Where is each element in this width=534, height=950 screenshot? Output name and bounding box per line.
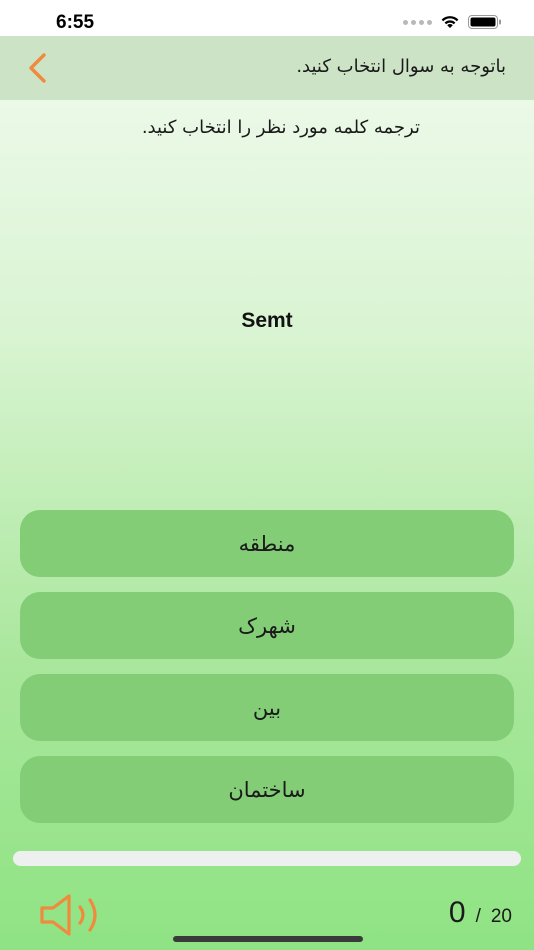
status-time: 6:55: [56, 12, 95, 33]
wifi-icon: [441, 16, 459, 28]
signal-icon: [403, 19, 432, 25]
answer-options: منطقه شهرک بین ساختمان: [20, 510, 514, 838]
progress-bar: [13, 851, 521, 866]
score-value: 0: [448, 896, 466, 929]
question-word: Semt: [241, 309, 293, 332]
back-button[interactable]: [18, 48, 58, 88]
home-indicator: [173, 936, 363, 942]
option-button[interactable]: ساختمان: [20, 756, 514, 823]
total-questions: 20: [490, 906, 512, 927]
option-button[interactable]: شهرک: [20, 592, 514, 659]
question-instruction: ترجمه کلمه مورد نظر را انتخاب کنید.: [141, 117, 420, 138]
speaker-icon: [40, 894, 97, 936]
header: باتوجه به سوال انتخاب کنید.: [0, 36, 534, 100]
counter-separator: /: [475, 906, 481, 927]
speaker-button[interactable]: [38, 892, 104, 938]
chevron-left-icon: [29, 53, 46, 83]
header-title: باتوجه به سوال انتخاب کنید.: [296, 56, 506, 77]
option-button[interactable]: بین: [20, 674, 514, 741]
option-button[interactable]: منطقه: [20, 510, 514, 577]
status-bar: 6:55: [0, 0, 534, 36]
status-icons: [403, 15, 502, 29]
battery-icon: [468, 15, 501, 29]
question-counter: 0 / 20: [449, 896, 512, 930]
